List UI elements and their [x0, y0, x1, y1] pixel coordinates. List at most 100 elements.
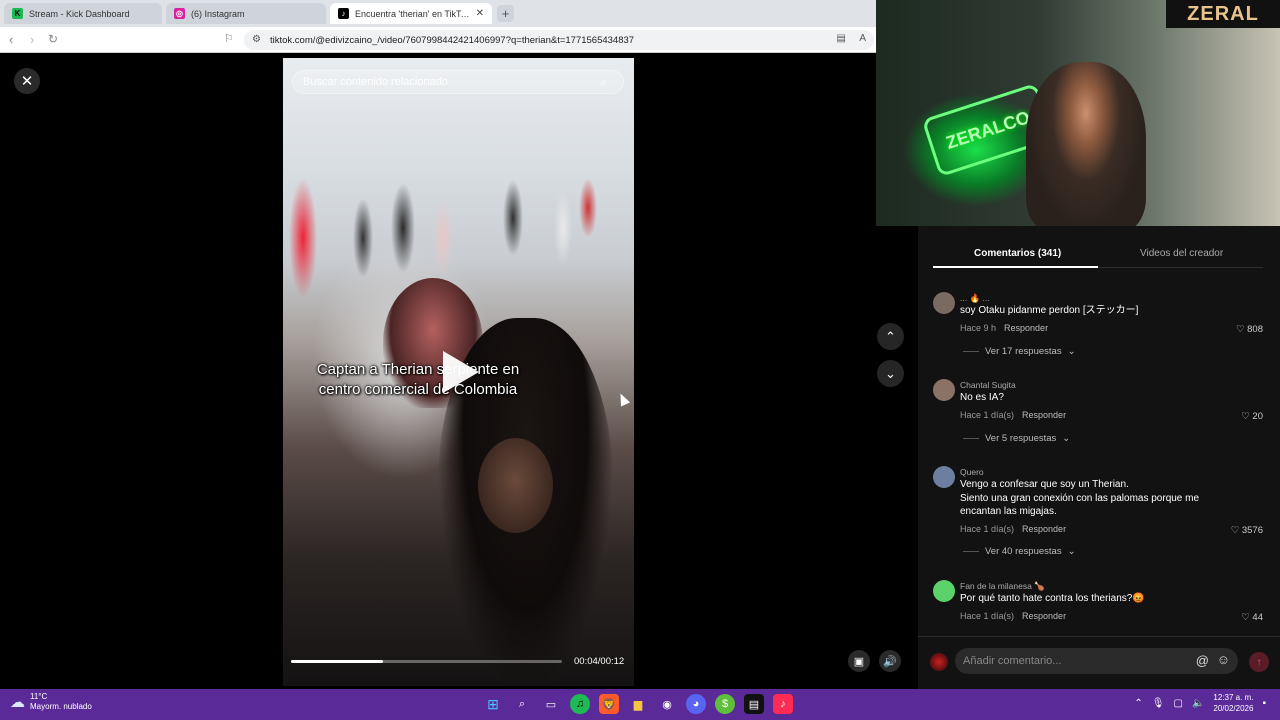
floating-player-icon[interactable]: ▣ [848, 650, 870, 672]
like-count-value: 808 [1247, 324, 1263, 335]
comment-meta: Hace 1 día(s) Responder [960, 410, 1066, 420]
heart-icon: ♡ [1230, 525, 1242, 536]
volume-icon[interactable]: 🔊 [879, 650, 901, 672]
comment-text: No es IA? [960, 392, 1004, 403]
back-icon[interactable]: ‹ [9, 32, 13, 47]
video-caption: Captan a Therian serpiente en centro com… [316, 361, 520, 398]
tab-kick-dashboard[interactable]: K Stream - Kick Dashboard [4, 3, 162, 24]
kick-icon: K [12, 8, 23, 19]
reload-icon[interactable]: ↻ [48, 32, 58, 46]
file-explorer-icon[interactable]: ▆ [628, 694, 648, 714]
start-icon[interactable]: ⊞ [483, 694, 503, 714]
tab-creator-videos[interactable]: Videos del creador [1140, 248, 1223, 259]
view-replies-button[interactable]: Ver 40 respuestas ⌄ [963, 546, 1076, 557]
address-bar[interactable]: ⚙ tiktok.com/@edivizcaino_/video/7607998… [244, 30, 874, 50]
view-replies-label: Ver 40 respuestas [985, 546, 1062, 557]
volume-icon[interactable]: 🔈 [1192, 698, 1204, 709]
active-tab-indicator [933, 266, 1098, 268]
forward-icon[interactable]: › [30, 32, 34, 47]
discord-icon[interactable]: ◕ [686, 694, 706, 714]
reader-mode-icon[interactable]: ▤ [837, 33, 846, 44]
comment-meta: Hace 1 día(s) Responder [960, 611, 1066, 621]
search-placeholder: Buscar contenido relacionado [303, 76, 448, 88]
like-count[interactable]: ♡ 20 [1241, 411, 1263, 422]
temperature: 11°C [30, 692, 48, 701]
comment-time: Hace 1 día(s) [960, 524, 1015, 534]
close-video-button[interactable]: ✕ [14, 68, 40, 94]
search-icon[interactable]: ⌕ [600, 75, 607, 90]
emoji-icon[interactable]: ☺ [1217, 652, 1230, 667]
twitch-icon[interactable]: ▤ [744, 694, 764, 714]
previous-video-button[interactable]: ⌃ [877, 323, 904, 350]
network-icon[interactable]: ▢ [1174, 698, 1183, 709]
streamer-brand: ZERAL [1166, 0, 1280, 28]
tab-instagram[interactable]: ◎ (6) Instagram [166, 3, 326, 24]
new-tab-button[interactable]: + [497, 5, 514, 22]
comment-time: Hace 9 h [960, 323, 997, 333]
app-icon[interactable]: $ [715, 694, 735, 714]
comment-username[interactable]: ... 🔥 ... [960, 293, 989, 304]
next-video-button[interactable]: ⌄ [877, 360, 904, 387]
reply-button[interactable]: Responder [1022, 410, 1066, 420]
weather-widget[interactable]: ☁ 11°C Mayorm. nublado [10, 692, 92, 712]
tab-comments[interactable]: Comentarios (341) [974, 248, 1061, 259]
obs-icon[interactable]: ◉ [657, 694, 677, 714]
microphone-icon[interactable]: 🎙 [1152, 698, 1165, 709]
video-figure [478, 438, 553, 533]
browser-toolbar: ‹ › ↻ ⚐ ⚙ tiktok.com/@edivizcaino_/video… [0, 27, 876, 53]
translate-icon[interactable]: A [859, 33, 866, 44]
cloud-icon: ☁ [10, 694, 25, 711]
reply-button[interactable]: Responder [1004, 323, 1048, 333]
streamer-figure [1026, 62, 1146, 226]
avatar[interactable] [933, 466, 955, 488]
search-icon[interactable]: ⌕ [512, 694, 532, 714]
send-comment-button[interactable]: ↑ [1249, 652, 1269, 672]
reply-button[interactable]: Responder [1022, 524, 1066, 534]
spotify-icon[interactable]: ♫ [570, 694, 590, 714]
progress-bar[interactable] [291, 660, 562, 663]
system-tray: ⌃ 🎙 ▢ 🔈 12:37 a. m. 20/02/2026 ▪ [1134, 692, 1266, 714]
video-player[interactable]: Buscar contenido relacionado ⌕ Captan a … [283, 58, 634, 686]
comments-tabs: Comentarios (341) Videos del creador [933, 246, 1263, 268]
chevron-up-icon[interactable]: ⌃ [1134, 698, 1142, 709]
heart-icon: ♡ [1241, 411, 1253, 422]
reply-button[interactable]: Responder [1022, 611, 1066, 621]
comment-meta: Hace 1 día(s) Responder [960, 524, 1066, 534]
comments-panel: Comentarios (341) Videos del creador ...… [918, 226, 1280, 689]
windows-taskbar: ☁ 11°C Mayorm. nublado ⊞ ⌕ ▭ ♫ 🦁 ▆ ◉ ◕ $… [0, 689, 1280, 720]
tab-title: Encuentra 'therian' en TikTok | B [355, 8, 470, 19]
avatar[interactable] [933, 379, 955, 401]
bookmark-icon[interactable]: ⚐ [224, 32, 234, 45]
tab-tiktok[interactable]: ♪ Encuentra 'therian' en TikTok | B ✕ [330, 3, 492, 24]
like-count-value: 3576 [1241, 525, 1263, 536]
divider [963, 351, 979, 352]
heart-icon: ♡ [1241, 612, 1253, 623]
like-count[interactable]: ♡ 44 [1241, 612, 1263, 623]
comment-input[interactable]: Añadir comentario... @ ☺ [955, 648, 1238, 674]
play-icon[interactable] [443, 351, 479, 393]
url-text: tiktok.com/@edivizcaino_/video/760799844… [270, 34, 635, 46]
like-count[interactable]: ♡ 808 [1236, 324, 1263, 335]
related-search-input[interactable]: Buscar contenido relacionado ⌕ [292, 70, 624, 94]
avatar[interactable] [933, 292, 955, 314]
comment-username[interactable]: Fan de la milanesa 🍗 [960, 581, 1045, 592]
site-settings-icon[interactable]: ⚙ [252, 34, 261, 45]
tiktok-app-icon[interactable]: ♪ [773, 694, 793, 714]
divider [963, 551, 979, 552]
mention-icon[interactable]: @ [1196, 653, 1209, 668]
view-replies-button[interactable]: Ver 17 respuestas ⌄ [963, 346, 1076, 357]
chevron-down-icon: ⌄ [1062, 433, 1071, 444]
instagram-icon: ◎ [174, 8, 185, 19]
comment-username[interactable]: Quero [960, 467, 984, 477]
taskbar-apps: ⊞ ⌕ ▭ ♫ 🦁 ▆ ◉ ◕ $ ▤ ♪ [483, 694, 793, 714]
comment-username[interactable]: Chantal Sugita [960, 380, 1016, 390]
task-view-icon[interactable]: ▭ [541, 694, 561, 714]
avatar[interactable] [933, 580, 955, 602]
brave-icon[interactable]: 🦁 [599, 694, 619, 714]
close-tab-icon[interactable]: ✕ [476, 8, 484, 19]
view-replies-button[interactable]: Ver 5 respuestas ⌄ [963, 433, 1070, 444]
like-count[interactable]: ♡ 3576 [1231, 525, 1263, 536]
clock[interactable]: 12:37 a. m. 20/02/2026 [1213, 692, 1253, 714]
notification-icon[interactable]: ▪ [1262, 698, 1266, 709]
divider [963, 438, 979, 439]
